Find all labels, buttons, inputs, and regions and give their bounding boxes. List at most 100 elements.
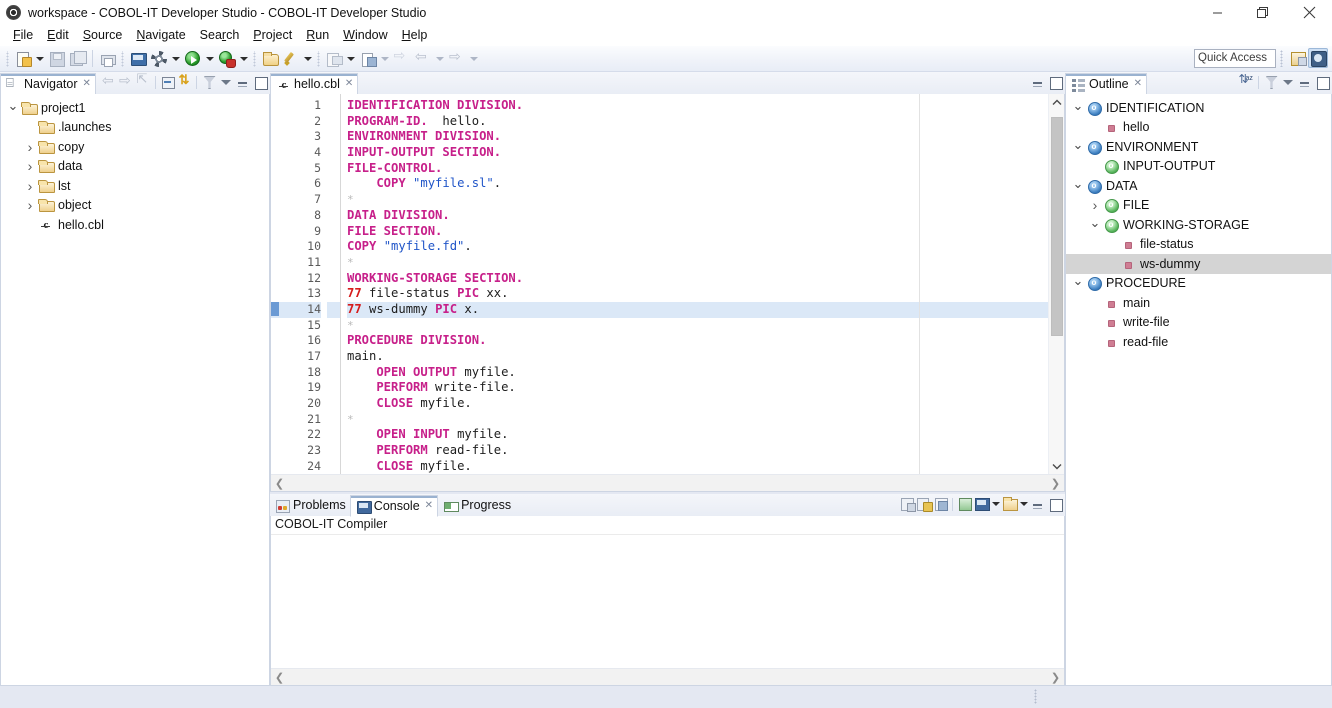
marker-cell[interactable] xyxy=(271,145,285,161)
source-line[interactable]: CLOSE myfile. xyxy=(347,459,1064,474)
debug-dropdown[interactable] xyxy=(237,48,250,69)
scroll-track-h[interactable] xyxy=(288,671,1047,684)
scroll-lock-button[interactable] xyxy=(956,495,973,513)
marker-cell[interactable] xyxy=(271,255,285,271)
source-line[interactable]: COPY "myfile.sl". xyxy=(347,176,1064,192)
folding-cell[interactable] xyxy=(327,114,340,130)
print-button[interactable] xyxy=(97,48,118,69)
source-line[interactable]: PROGRAM-ID. hello. xyxy=(347,114,1064,130)
outline-item-hello[interactable]: hello xyxy=(1066,118,1331,138)
view-menu-button[interactable] xyxy=(1279,73,1296,91)
close-icon[interactable]: ✕ xyxy=(345,79,353,89)
minimize-window-button[interactable] xyxy=(1194,0,1240,25)
source-line[interactable]: OPEN OUTPUT myfile. xyxy=(347,365,1064,381)
chevron-down-icon[interactable] xyxy=(1070,104,1086,112)
remove-all-launches-button[interactable] xyxy=(915,495,932,513)
source-line[interactable]: 77 file-status PIC xx. xyxy=(347,286,1064,302)
menu-window[interactable]: Window xyxy=(336,25,394,46)
perspective-cobol-button[interactable] xyxy=(1288,48,1308,68)
run-dropdown[interactable] xyxy=(203,48,216,69)
source-line[interactable]: main. xyxy=(347,349,1064,365)
tab-outline[interactable]: Outline ✕ xyxy=(1065,73,1147,95)
display-selected-console-button[interactable] xyxy=(973,495,990,513)
folding-cell[interactable] xyxy=(327,255,340,271)
scroll-thumb[interactable] xyxy=(1051,117,1063,336)
maximize-editor-button[interactable] xyxy=(1046,73,1063,91)
editor-horizontal-scrollbar[interactable]: ❮ ❯ xyxy=(271,474,1064,491)
source-line[interactable]: * xyxy=(347,412,1064,428)
toolbar-grip-3[interactable] xyxy=(252,51,257,67)
outline-item-ws-dummy[interactable]: ws-dummy xyxy=(1066,254,1331,274)
chevron-right-icon[interactable] xyxy=(22,142,38,152)
marker-cell[interactable] xyxy=(271,412,285,428)
marker-bar[interactable] xyxy=(271,94,285,474)
link-with-editor-button[interactable] xyxy=(176,73,193,91)
marker-cell[interactable] xyxy=(271,318,285,334)
source-line[interactable]: PERFORM read-file. xyxy=(347,443,1064,459)
outline-item-input-output[interactable]: INPUT-OUTPUT xyxy=(1066,157,1331,177)
scroll-track-h[interactable] xyxy=(288,477,1047,490)
source-line[interactable]: PROCEDURE DIVISION. xyxy=(347,333,1064,349)
marker-cell[interactable] xyxy=(271,224,285,240)
build-button[interactable] xyxy=(148,48,169,69)
marker-cell[interactable] xyxy=(271,286,285,302)
marker-cell[interactable] xyxy=(271,443,285,459)
navigator-item-lst[interactable]: lst xyxy=(1,176,269,196)
folding-cell[interactable] xyxy=(327,208,340,224)
save-all-button[interactable] xyxy=(67,48,88,69)
debug-button[interactable] xyxy=(216,48,237,69)
source-line[interactable]: CLOSE myfile. xyxy=(347,396,1064,412)
folding-cell[interactable] xyxy=(327,129,340,145)
console-output[interactable] xyxy=(271,535,1064,668)
navigator-item-data[interactable]: data xyxy=(1,157,269,177)
chevron-down-icon[interactable] xyxy=(1070,279,1086,287)
marker-cell[interactable] xyxy=(271,176,285,192)
marker-cell[interactable] xyxy=(271,349,285,365)
source-line[interactable]: ENVIRONMENT DIVISION. xyxy=(347,129,1064,145)
folding-cell[interactable] xyxy=(327,443,340,459)
chevron-right-icon[interactable] xyxy=(22,161,38,171)
navigator-item-object[interactable]: object xyxy=(1,196,269,216)
chevron-right-icon[interactable] xyxy=(22,200,38,210)
scroll-up-icon[interactable] xyxy=(1049,94,1065,110)
collapse-all-button[interactable] xyxy=(159,73,176,91)
source-line[interactable]: FILE SECTION. xyxy=(347,224,1064,240)
chevron-right-icon[interactable] xyxy=(1087,200,1103,210)
outline-item-file-status[interactable]: file-status xyxy=(1066,235,1331,255)
source-line[interactable]: 77 ws-dummy PIC x. xyxy=(347,302,1064,318)
menu-search[interactable]: Search xyxy=(193,25,247,46)
close-window-button[interactable] xyxy=(1286,0,1332,25)
marker-cell[interactable] xyxy=(271,302,285,318)
folding-cell[interactable] xyxy=(327,239,340,255)
filter-button[interactable] xyxy=(200,73,217,91)
navigator-item-copy[interactable]: copy xyxy=(1,137,269,157)
marker-cell[interactable] xyxy=(271,365,285,381)
edit-dropdown[interactable] xyxy=(301,48,314,69)
marker-cell[interactable] xyxy=(271,427,285,443)
marker-cell[interactable] xyxy=(271,114,285,130)
view-menu-button[interactable] xyxy=(217,73,234,91)
source-line[interactable]: PERFORM write-file. xyxy=(347,380,1064,396)
open-console-dropdown[interactable] xyxy=(1018,495,1029,513)
folding-cell[interactable] xyxy=(327,271,340,287)
next-annotation-button[interactable] xyxy=(323,48,344,69)
source-line[interactable]: INPUT-OUTPUT SECTION. xyxy=(347,145,1064,161)
chevron-down-icon[interactable] xyxy=(1070,182,1086,190)
marker-cell[interactable] xyxy=(271,98,285,114)
marker-cell[interactable] xyxy=(271,161,285,177)
console-horizontal-scrollbar[interactable]: ❮ ❯ xyxy=(271,668,1064,685)
editor-vertical-scrollbar[interactable] xyxy=(1048,94,1064,474)
save-button[interactable] xyxy=(46,48,67,69)
next-annotation-dropdown[interactable] xyxy=(344,48,357,69)
navigator-item--launches[interactable]: .launches xyxy=(1,118,269,138)
scroll-right-icon[interactable]: ❯ xyxy=(1047,477,1064,490)
marker-cell[interactable] xyxy=(271,192,285,208)
marker-cell[interactable] xyxy=(271,271,285,287)
open-screen-button[interactable] xyxy=(127,48,148,69)
toolbar-grip[interactable] xyxy=(5,51,10,67)
maximize-view-button[interactable] xyxy=(1313,73,1330,91)
scroll-right-icon[interactable]: ❯ xyxy=(1047,671,1064,684)
open-console-button[interactable] xyxy=(1001,495,1018,513)
toolbar-grip-2[interactable] xyxy=(120,51,125,67)
scroll-track[interactable] xyxy=(1049,110,1065,458)
